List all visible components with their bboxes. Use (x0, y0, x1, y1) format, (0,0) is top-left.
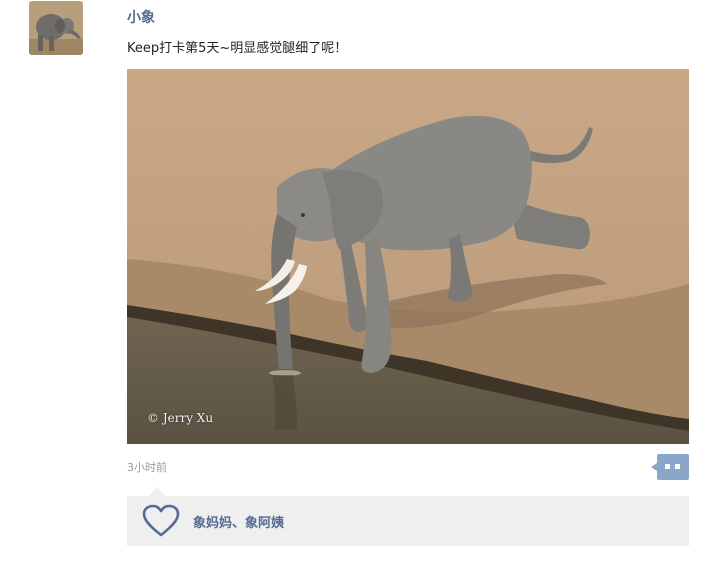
post-photo[interactable]: © Jerry Xu (127, 69, 689, 444)
post-text: Keep打卡第5天~明显感觉腿细了呢！ (127, 41, 348, 56)
avatar[interactable] (29, 1, 83, 55)
photo-watermark: © Jerry Xu (147, 411, 214, 425)
elephant-photo (127, 69, 689, 444)
comment-button[interactable] (651, 454, 689, 480)
likes-panel-arrow (148, 487, 166, 496)
liker-names[interactable]: 象妈妈、象阿姨 (193, 512, 284, 531)
post-timestamp: 3小时前 (127, 461, 167, 474)
heart-icon[interactable] (142, 504, 180, 538)
likes-panel: 象妈妈、象阿姨 (127, 487, 689, 546)
comment-bubble-icon (651, 454, 689, 480)
elephant-avatar-image (29, 1, 83, 55)
post-author-name[interactable]: 小象 (127, 7, 155, 27)
